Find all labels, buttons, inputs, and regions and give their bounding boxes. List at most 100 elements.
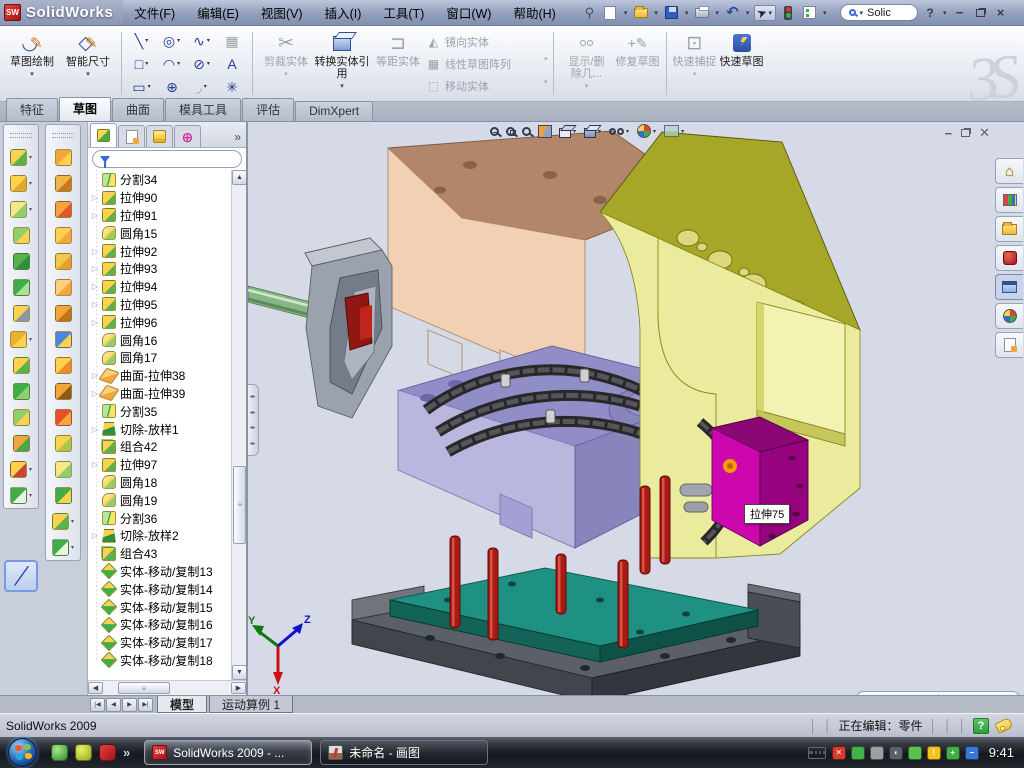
taskbar-clock[interactable]: 9:41	[989, 745, 1014, 760]
spline-tool-icon[interactable]: ∿▾	[187, 29, 217, 52]
dimxpertmanager-tab[interactable]: ⊕	[174, 125, 201, 147]
mirror-entities-button[interactable]: ◭ 镜向实体	[426, 31, 544, 52]
rapid-sketch-button[interactable]: 快速草图	[718, 28, 766, 99]
tree-item-圆角18[interactable]: 圆角18	[88, 474, 231, 492]
linear-sketch-pattern-button[interactable]: ▦ 线性草图阵列	[426, 53, 544, 74]
fillet-surface-icon[interactable]	[55, 461, 72, 478]
display-delete-relations-button[interactable]: 显示/删除几... ▾	[559, 28, 615, 99]
expand-arrow-icon[interactable]: ▷	[88, 460, 102, 469]
solidworks-quick-icon[interactable]	[99, 744, 116, 761]
motion-study-tab[interactable]: 运动算例 1	[209, 696, 293, 713]
appearances-tab[interactable]	[995, 303, 1023, 329]
menu-item-1[interactable]: 编辑(E)	[186, 4, 250, 24]
quick-launch-overflow-icon[interactable]: »	[123, 745, 130, 760]
next-tab-icon[interactable]: ▶	[122, 698, 137, 712]
dome-icon[interactable]	[55, 487, 72, 504]
tree-item-圆角17[interactable]: 圆角17	[88, 349, 231, 367]
undo-icon[interactable]: ↶	[724, 4, 741, 21]
tree-item-曲面-拉伸38[interactable]: ▷曲面-拉伸38	[88, 367, 231, 385]
offset-entities-button[interactable]: ⊐ 等距实体	[370, 28, 426, 99]
security-alert-tray-icon[interactable]: ✕	[832, 746, 846, 760]
taskbar-window-2[interactable]: 未命名 - 画图	[320, 740, 488, 765]
shield-plus-tray-icon[interactable]: +	[946, 746, 960, 760]
prev-tab-icon[interactable]: ◀	[106, 698, 121, 712]
keyboard-layout-icon[interactable]	[808, 747, 826, 759]
solidworks-resources-tab[interactable]: ⌂	[995, 158, 1023, 184]
move-dropdown-icon[interactable]: ▾	[544, 78, 548, 86]
revolved-surface-icon[interactable]	[55, 175, 72, 192]
magnifying-glass-icon[interactable]	[522, 127, 531, 136]
text-tool-icon[interactable]: A	[217, 52, 247, 75]
expand-arrow-icon[interactable]: ▷	[88, 247, 102, 256]
tree-item-实体-移动/复制15[interactable]: 实体-移动/复制15	[88, 598, 231, 616]
smart-dimension-button[interactable]: ◇✎ 智能尺寸 ▾	[60, 28, 116, 99]
trim-entities-button[interactable]: ✂ 剪裁实体 ▾	[258, 28, 314, 99]
antivirus-tray-icon[interactable]	[851, 746, 865, 760]
command-tab-草图[interactable]: 草图	[59, 97, 111, 121]
tree-item-圆角16[interactable]: 圆角16	[88, 331, 231, 349]
start-button[interactable]	[8, 738, 37, 767]
traffic-light-icon[interactable]	[780, 4, 797, 21]
doc-close-button[interactable]: ✕	[979, 125, 990, 141]
print-dropdown-icon[interactable]: ▾	[715, 9, 719, 17]
tree-item-组合43[interactable]: 组合43	[88, 545, 231, 563]
quick-snaps-button[interactable]: ⊡ 快速捕捉 ▾	[672, 28, 718, 99]
expand-arrow-icon[interactable]: ▷	[88, 282, 102, 291]
extruded-boss-icon[interactable]: ▾	[10, 149, 32, 166]
ruled-surface-icon[interactable]	[55, 201, 72, 218]
expand-arrow-icon[interactable]: ▷	[88, 531, 102, 540]
panel-splitter-handle[interactable]: ◂▸◂▸◂▸◂▸	[248, 384, 259, 456]
tree-scroll-thumb[interactable]: ≡	[233, 466, 246, 544]
search-input[interactable]	[867, 7, 909, 19]
move-copy-icon[interactable]	[13, 435, 30, 452]
scroll-left-icon[interactable]: ◀	[88, 682, 103, 694]
tree-item-实体-移动/复制13[interactable]: 实体-移动/复制13	[88, 563, 231, 581]
mirror-icon[interactable]	[13, 383, 30, 400]
circle-tool-icon[interactable]: ◎▾	[157, 29, 187, 52]
tree-item-切除-放样2[interactable]: ▷切除-放样2	[88, 527, 231, 545]
tree-vertical-scrollbar[interactable]: ▲ ≡ ▼	[231, 170, 246, 680]
last-tab-icon[interactable]: ▶|	[138, 698, 153, 712]
draft-icon[interactable]	[13, 279, 30, 296]
magenta-block-part[interactable]	[712, 417, 808, 546]
help-icon[interactable]: ?	[922, 6, 938, 20]
3d-assembly-scene[interactable]: X Y Z	[248, 122, 1024, 695]
messenger-quick-icon[interactable]	[51, 744, 68, 761]
tree-item-曲面-拉伸39[interactable]: ▷曲面-拉伸39	[88, 385, 231, 403]
command-tab-模具工具[interactable]: 模具工具	[165, 98, 241, 121]
menu-item-0[interactable]: 文件(F)	[123, 4, 186, 24]
tree-filter-input[interactable]	[92, 150, 242, 168]
sketch-fillet-icon[interactable]: ◞▾	[187, 75, 217, 98]
menu-item-5[interactable]: 窗口(W)	[435, 4, 502, 24]
tree-item-组合42[interactable]: 组合42	[88, 438, 231, 456]
split-icon[interactable]	[13, 409, 30, 426]
tree-item-拉伸91[interactable]: ▷拉伸91	[88, 207, 231, 225]
custom-properties-tab[interactable]	[995, 332, 1023, 358]
open-dropdown-icon[interactable]: ▾	[654, 9, 658, 17]
linear-pattern-icon[interactable]: ▾	[10, 331, 32, 348]
print-icon[interactable]	[693, 4, 710, 21]
model-tab[interactable]: 模型	[157, 696, 207, 713]
shell-icon[interactable]	[13, 253, 30, 270]
fillet-icon[interactable]: ▾	[10, 201, 32, 218]
open-icon[interactable]	[632, 4, 649, 21]
tree-item-实体-移动/复制14[interactable]: 实体-移动/复制14	[88, 580, 231, 598]
repair-sketch-button[interactable]: +✎ 修复草图	[615, 28, 661, 99]
tooling-split-icon[interactable]	[55, 357, 72, 374]
first-tab-icon[interactable]: |◀	[90, 698, 105, 712]
convert-entities-button[interactable]: 转换实体引用 ▾	[314, 28, 370, 99]
tree-item-拉伸97[interactable]: ▷拉伸97	[88, 456, 231, 474]
curve-through-points-icon[interactable]: ▾	[52, 539, 74, 556]
ellipse-tool-icon[interactable]: ⊘▾	[187, 52, 217, 75]
zoom-area-icon[interactable]	[506, 127, 515, 136]
sketch-picture-icon[interactable]: ▦	[217, 29, 247, 52]
propertymanager-tab[interactable]	[118, 125, 145, 147]
hide-show-items-icon[interactable]: ▾	[609, 128, 630, 135]
options-dropdown-icon[interactable]: ▾	[823, 9, 827, 17]
view-orientation-icon[interactable]: ▾	[559, 125, 577, 138]
cavity-icon[interactable]	[55, 409, 72, 426]
parting-line-icon[interactable]	[55, 279, 72, 296]
display-style-icon[interactable]: ▾	[584, 125, 602, 138]
manager-tabs-overflow-icon[interactable]: »	[234, 130, 244, 147]
command-tab-曲面[interactable]: 曲面	[112, 98, 164, 121]
